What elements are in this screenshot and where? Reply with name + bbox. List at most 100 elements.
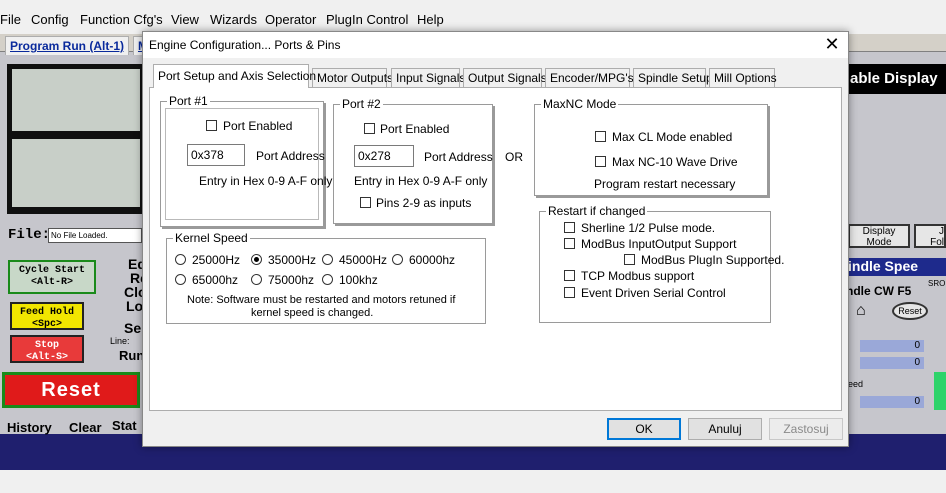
feed-hold-button[interactable]: Feed Hold <Spc>: [10, 302, 84, 330]
max-nc10-checkbox[interactable]: [595, 156, 606, 167]
radio-60000hz[interactable]: [392, 254, 403, 265]
stop-button[interactable]: Stop <Alt-S>: [10, 335, 84, 363]
menu-help[interactable]: Help: [417, 12, 444, 27]
jog-follow-button[interactable]: J Fol: [914, 224, 946, 248]
port2-enabled-label: Port Enabled: [380, 122, 450, 136]
spindle-cw-button[interactable]: ndle CW F5: [846, 284, 911, 298]
line-label: Line:: [110, 336, 130, 346]
tab-output-signals[interactable]: Output Signals: [463, 68, 547, 87]
clear-button[interactable]: Clear: [69, 420, 102, 435]
or-label: OR: [505, 150, 523, 164]
port2-title: Port #2: [340, 97, 383, 111]
spindle-dro-1: 0: [860, 340, 924, 352]
radio-25000hz[interactable]: [175, 254, 186, 265]
modbus-plugin-checkbox[interactable]: [624, 254, 635, 265]
sherline-checkbox[interactable]: [564, 222, 575, 233]
radio-35000hz-label: 35000Hz: [268, 253, 317, 267]
port1-enabled-checkbox[interactable]: [206, 120, 217, 131]
set-next-line-label[interactable]: Se: [124, 320, 141, 336]
radio-45000hz-label: 45000Hz: [339, 253, 388, 267]
tab-input-signals[interactable]: Input Signals: [391, 68, 465, 87]
ok-button[interactable]: OK: [607, 418, 681, 440]
port1-enabled-label: Port Enabled: [223, 119, 293, 133]
status-label: Stat: [112, 418, 137, 433]
cancel-button[interactable]: Anuluj: [688, 418, 762, 440]
modbus-io-label: ModBus InputOutput Support: [581, 237, 737, 251]
radio-60000hz-label: 60000hz: [409, 253, 456, 267]
home-icon[interactable]: ⌂: [856, 302, 866, 320]
table-display-title: able Display: [848, 64, 946, 94]
menu-wizards[interactable]: Wizards: [210, 12, 257, 27]
radio-100khz-label: 100khz: [339, 273, 378, 287]
run-from-here-label[interactable]: Run: [119, 348, 144, 363]
display-mode-button[interactable]: Display Mode: [848, 224, 910, 248]
apply-button[interactable]: Zastosuj: [769, 418, 843, 440]
modbus-plugin-label: ModBus PlugIn Supported.: [641, 253, 785, 267]
history-button[interactable]: History: [7, 420, 52, 435]
menu-config[interactable]: Config: [31, 12, 69, 27]
tab-encoder-mpg[interactable]: Encoder/MPG's: [545, 68, 634, 87]
radio-25000hz-label: 25000Hz: [192, 253, 241, 267]
port1-address-input[interactable]: [187, 144, 245, 166]
kernel-note-line2: kernel speed is changed.: [251, 307, 374, 319]
menu-plugin-control[interactable]: PlugIn Control: [326, 12, 408, 27]
port2-address-label: Port Address: [424, 150, 493, 164]
port1-address-label: Port Address: [256, 149, 325, 163]
sherline-label: Sherline 1/2 Pulse mode.: [581, 221, 716, 235]
cycle-start-button[interactable]: Cycle Start <Alt-R>: [8, 260, 96, 294]
max-cl-mode-label: Max CL Mode enabled: [612, 130, 733, 144]
radio-75000hz-label: 75000hz: [268, 273, 315, 287]
radio-75000hz[interactable]: [251, 274, 262, 285]
modbus-io-checkbox[interactable]: [564, 238, 575, 249]
spindle-dro-2: 0: [860, 357, 924, 369]
tab-spindle-setup[interactable]: Spindle Setup: [633, 68, 713, 87]
maxnc-restart-note: Program restart necessary: [594, 177, 736, 191]
tab-mill-options[interactable]: Mill Options: [709, 68, 777, 87]
radio-65000hz[interactable]: [175, 274, 186, 285]
max-cl-mode-checkbox[interactable]: [595, 131, 606, 142]
kernel-speed-title: Kernel Speed: [173, 231, 250, 245]
restart-if-changed-group: Restart if changed Sherline 1/2 Pulse mo…: [539, 204, 784, 323]
port2-enabled-checkbox[interactable]: [364, 123, 375, 134]
kernel-speed-group: Kernel Speed 25000Hz 35000Hz 45000Hz 600…: [166, 231, 486, 324]
event-serial-label: Event Driven Serial Control: [581, 286, 726, 300]
radio-100khz[interactable]: [322, 274, 333, 285]
pins-as-inputs-checkbox[interactable]: [360, 197, 371, 208]
spindle-speed-title: indle Spee: [848, 258, 946, 276]
file-label: File:: [8, 227, 51, 243]
maxnc-group: MaxNC Mode Max CL Mode enabled Max NC-10…: [534, 97, 768, 196]
bottom-strip: [0, 470, 946, 493]
port1-title: Port #1: [167, 94, 210, 108]
app-menubar: File Config Function Cfg's View Wizards …: [0, 0, 946, 34]
max-nc10-label: Max NC-10 Wave Drive: [612, 155, 738, 169]
load-button-label[interactable]: Lo: [126, 298, 143, 314]
engine-config-dialog: Engine Configuration... Ports & Pins ✕ P…: [142, 31, 849, 447]
toolpath-display: [7, 64, 143, 214]
dialog-title-bar: Engine Configuration... Ports & Pins ✕: [143, 32, 848, 58]
file-name-field: No File Loaded.: [48, 228, 142, 243]
pins-as-inputs-label: Pins 2-9 as inputs: [376, 196, 472, 210]
port2-address-input[interactable]: [354, 145, 414, 167]
event-serial-checkbox[interactable]: [564, 287, 575, 298]
sro-label: SRO: [928, 279, 946, 288]
menu-function-cfgs[interactable]: Function Cfg's: [80, 12, 163, 27]
kernel-note-line1: Note: Software must be restarted and mot…: [187, 294, 456, 306]
radio-35000hz[interactable]: [251, 254, 262, 265]
feed-label: eed: [848, 379, 864, 389]
menu-operator[interactable]: Operator: [265, 12, 316, 27]
tcp-modbus-checkbox[interactable]: [564, 270, 575, 281]
menu-view[interactable]: View: [171, 12, 199, 27]
radio-45000hz[interactable]: [322, 254, 333, 265]
tab-program-run[interactable]: Program Run (Alt-1): [5, 36, 129, 55]
port2-hint: Entry in Hex 0-9 A-F only: [354, 174, 488, 188]
menu-file[interactable]: File: [0, 12, 21, 27]
port2-group: Port #2 Port Enabled Port Address Entry …: [333, 97, 493, 224]
reset-button[interactable]: Reset: [2, 372, 140, 408]
tab-motor-outputs[interactable]: Motor Outputs: [312, 68, 393, 87]
close-icon[interactable]: ✕: [822, 34, 842, 54]
spindle-dro-3: 0: [860, 396, 924, 408]
spindle-reset-button[interactable]: Reset: [892, 302, 928, 320]
maxnc-title: MaxNC Mode: [541, 97, 619, 111]
tab-port-setup[interactable]: Port Setup and Axis Selection: [153, 64, 316, 88]
port1-group: Port #1 Port Enabled Port Address Entry …: [160, 94, 332, 227]
